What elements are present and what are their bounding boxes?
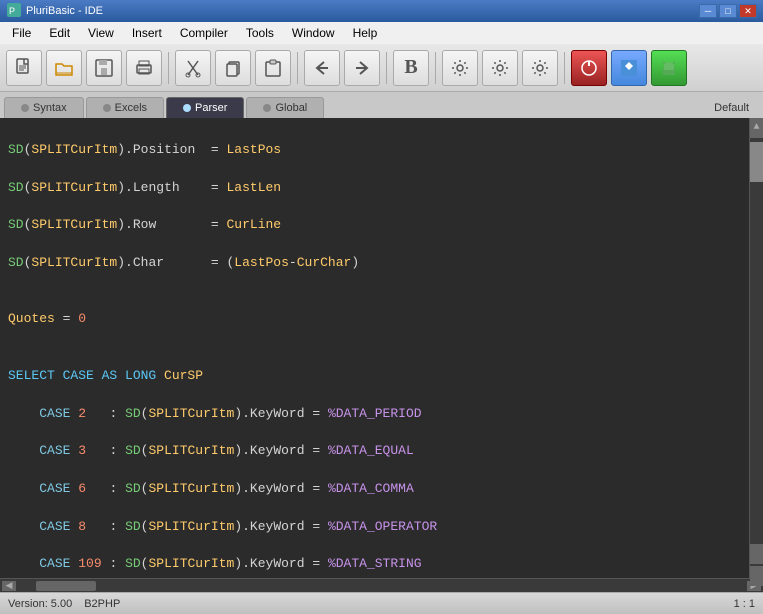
bold-icon: B (404, 56, 417, 79)
status-version: Version: 5.00 (8, 598, 72, 610)
cut-button[interactable] (175, 50, 211, 86)
menu-edit[interactable]: Edit (41, 24, 78, 42)
menu-window[interactable]: Window (284, 24, 343, 42)
code-line: Quotes = 0 (8, 310, 741, 329)
toolbar-sep-1 (168, 52, 169, 84)
horizontal-scrollbar[interactable]: ◀ ▶ (0, 578, 763, 592)
run-button[interactable] (571, 50, 607, 86)
tab-excels-dot (103, 104, 111, 112)
code-line: SD(SPLITCurItm).Row = CurLine (8, 216, 741, 235)
status-mode: B2PHP (84, 598, 120, 610)
toolbar-sep-2 (297, 52, 298, 84)
menu-insert[interactable]: Insert (124, 24, 170, 42)
code-line: SD(SPLITCurItm).Char = (LastPos-CurChar) (8, 254, 741, 273)
new-button[interactable] (6, 50, 42, 86)
settings3-button[interactable] (522, 50, 558, 86)
tab-global-dot (263, 104, 271, 112)
tab-excels-label: Excels (115, 102, 147, 114)
menu-view[interactable]: View (80, 24, 122, 42)
titlebar: P PluriBasic - IDE ─ □ ✕ (0, 0, 763, 22)
bold-button[interactable]: B (393, 50, 429, 86)
scrollbar-thumb-up[interactable]: ▲ (750, 118, 763, 138)
tabbar: Syntax Excels Parser Global Default (0, 92, 763, 118)
android-button[interactable] (651, 50, 687, 86)
maximize-button[interactable]: □ (719, 4, 737, 18)
code-line: SD(SPLITCurItm).Length = LastLen (8, 179, 741, 198)
tab-syntax-dot (21, 104, 29, 112)
tab-parser-label: Parser (195, 102, 227, 114)
statusbar: Version: 5.00 B2PHP 1 : 1 (0, 592, 763, 614)
save-button[interactable] (86, 50, 122, 86)
menu-file[interactable]: File (4, 24, 39, 42)
vertical-scrollbar[interactable]: ▲ ▼ (749, 118, 763, 578)
back-button[interactable] (304, 50, 340, 86)
open-button[interactable] (46, 50, 82, 86)
menu-help[interactable]: Help (345, 24, 386, 42)
code-line-case6: CASE 6 : SD(SPLITCurItm).KeyWord = %DATA… (8, 480, 741, 499)
scrollbar-thumb-down[interactable] (750, 544, 763, 564)
toolbar: B (0, 44, 763, 92)
hscroll-left[interactable]: ◀ (2, 581, 16, 591)
titlebar-controls: ─ □ ✕ (699, 4, 757, 18)
close-button[interactable]: ✕ (739, 4, 757, 18)
print-button[interactable] (126, 50, 162, 86)
scrollbar-bottom-btn[interactable]: ▼ (750, 566, 763, 578)
code-area: SD(SPLITCurItm).Position = LastPos SD(SP… (0, 122, 749, 578)
flag-button[interactable] (611, 50, 647, 86)
tab-excels[interactable]: Excels (86, 97, 164, 118)
menu-compiler[interactable]: Compiler (172, 24, 236, 42)
code-line-case2: CASE 2 : SD(SPLITCurItm).KeyWord = %DATA… (8, 405, 741, 424)
code-line-case3: CASE 3 : SD(SPLITCurItm).KeyWord = %DATA… (8, 442, 741, 461)
code-line-case109: CASE 109 : SD(SPLITCurItm).KeyWord = %DA… (8, 555, 741, 574)
tab-global-label: Global (275, 102, 307, 114)
toolbar-sep-5 (564, 52, 565, 84)
minimize-button[interactable]: ─ (699, 4, 717, 18)
code-line: SELECT CASE AS LONG CurSP (8, 367, 741, 386)
tab-syntax[interactable]: Syntax (4, 97, 84, 118)
tab-syntax-label: Syntax (33, 102, 67, 114)
settings1-button[interactable] (442, 50, 478, 86)
app-icon: P (6, 2, 22, 21)
toolbar-sep-4 (435, 52, 436, 84)
titlebar-title: PluriBasic - IDE (26, 5, 103, 17)
code-line: SD(SPLITCurItm).Position = LastPos (8, 141, 741, 160)
svg-text:P: P (9, 6, 15, 16)
tab-parser-dot (183, 104, 191, 112)
tab-parser[interactable]: Parser (166, 97, 244, 118)
tab-global[interactable]: Global (246, 97, 324, 118)
forward-button[interactable] (344, 50, 380, 86)
copy-button[interactable] (215, 50, 251, 86)
editor-container: SD(SPLITCurItm).Position = LastPos SD(SP… (0, 118, 763, 578)
toolbar-sep-3 (386, 52, 387, 84)
hscroll-thumb[interactable] (36, 581, 96, 591)
settings2-button[interactable] (482, 50, 518, 86)
menubar: File Edit View Insert Compiler Tools Win… (0, 22, 763, 44)
tabbar-right-label: Default (704, 98, 759, 118)
code-line-case8: CASE 8 : SD(SPLITCurItm).KeyWord = %DATA… (8, 518, 741, 537)
paste-button[interactable] (255, 50, 291, 86)
menu-tools[interactable]: Tools (238, 24, 282, 42)
scrollbar-thumb[interactable] (750, 142, 763, 182)
editor-scroll[interactable]: SD(SPLITCurItm).Position = LastPos SD(SP… (0, 118, 749, 578)
statusbar-right: 1 : 1 (734, 598, 755, 610)
